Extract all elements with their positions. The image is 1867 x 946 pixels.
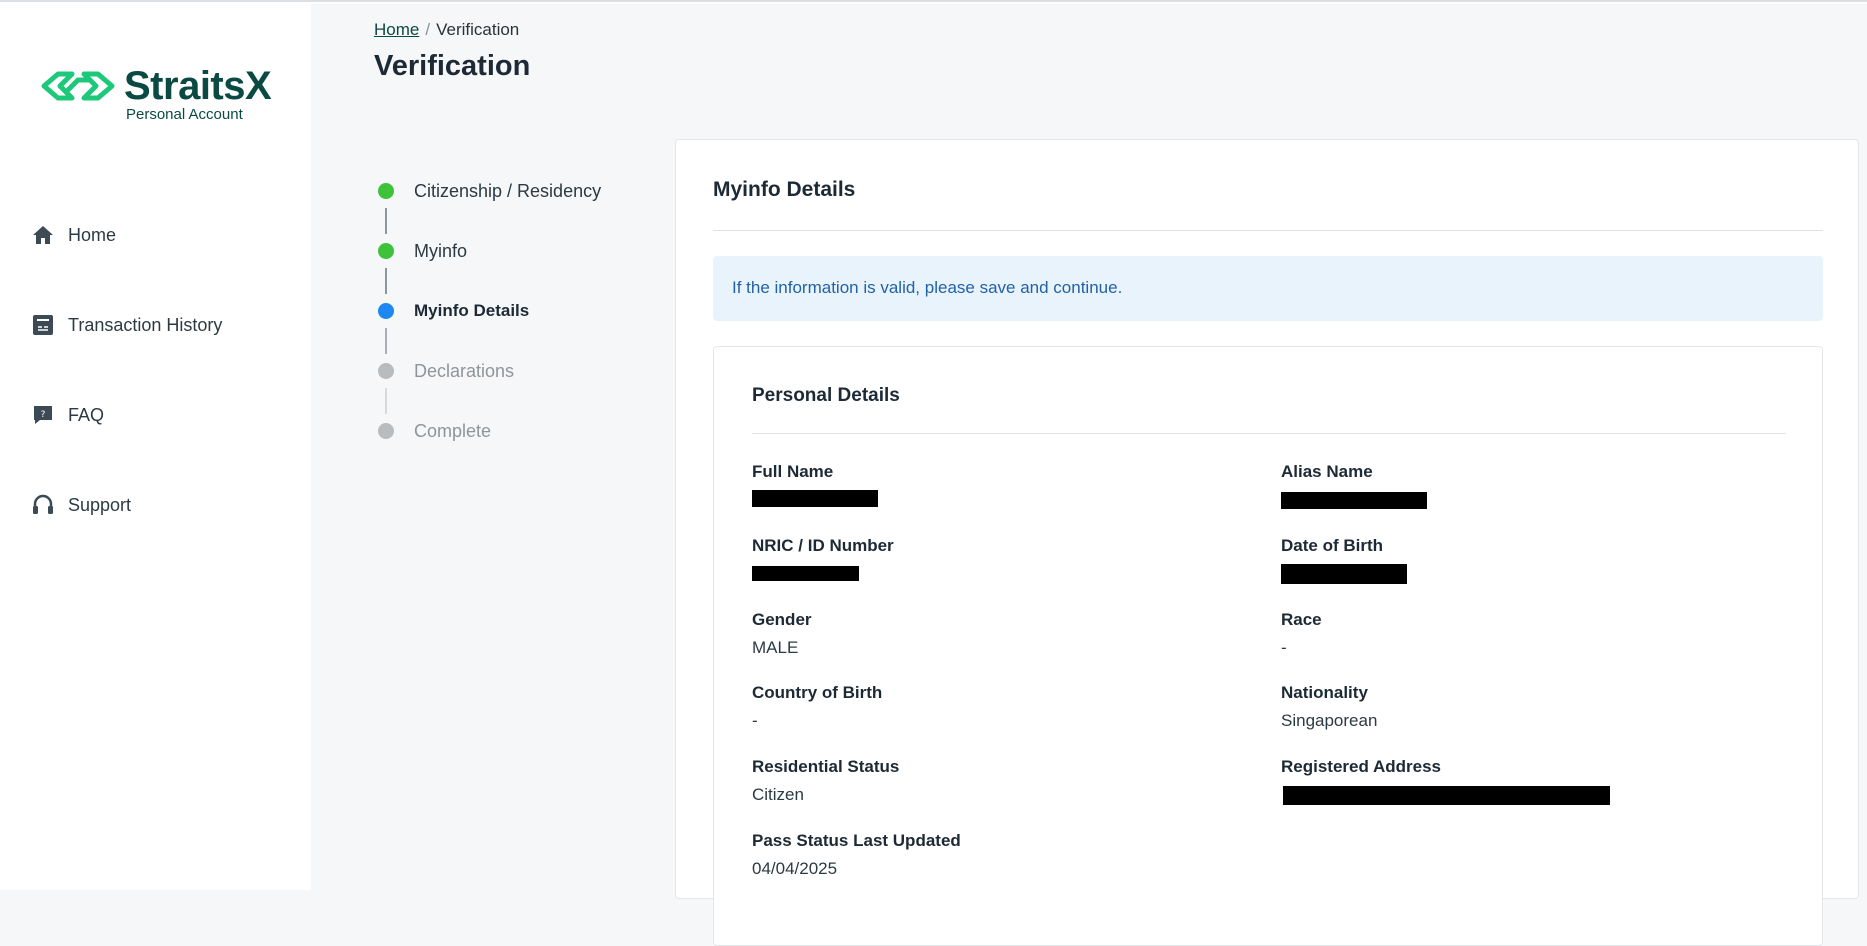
- field-registered-address: Registered Address: [1281, 757, 1610, 805]
- field-residential-status: Residential Status Citizen: [752, 757, 899, 805]
- field-label: Nationality: [1281, 683, 1368, 702]
- step-declarations: Declarations: [378, 358, 514, 384]
- brand-subtitle: Personal Account: [126, 106, 243, 123]
- step-connector: [385, 268, 387, 294]
- info-banner: If the information is valid, please save…: [713, 256, 1823, 321]
- step-label: Citizenship / Residency: [414, 180, 602, 201]
- nav-label: Support: [68, 494, 132, 515]
- nav-item-support[interactable]: Support: [32, 489, 131, 521]
- field-pass-status-last-updated: Pass Status Last Updated 04/04/2025: [752, 831, 961, 879]
- field-value: MALE: [752, 638, 799, 657]
- headset-icon: [32, 494, 54, 516]
- field-label: Registered Address: [1281, 757, 1441, 776]
- personal-details-panel: Personal Details Full Name Alias Name NR…: [713, 346, 1823, 946]
- step-label: Myinfo Details: [414, 301, 530, 320]
- field-label: Race: [1281, 610, 1322, 629]
- logo[interactable]: StraitsX Personal Account: [38, 62, 278, 124]
- field-full-name: Full Name: [752, 462, 878, 507]
- info-message: If the information is valid, please save…: [732, 278, 1123, 297]
- straitsx-logo-icon: [41, 71, 115, 101]
- home-icon: [32, 224, 54, 246]
- redacted-value: [1281, 564, 1407, 584]
- myinfo-details-card: Myinfo Details If the information is val…: [675, 139, 1859, 946]
- nav-item-transaction-history[interactable]: Transaction History: [32, 309, 222, 341]
- breadcrumb-current: Verification: [436, 20, 520, 39]
- step-label: Declarations: [414, 360, 515, 381]
- field-label: Gender: [752, 610, 812, 629]
- redacted-value: [1283, 786, 1610, 805]
- svg-text:?: ?: [41, 410, 46, 420]
- redacted-value: [1281, 492, 1427, 509]
- sidebar: StraitsX Personal Account Home Transacti…: [0, 4, 311, 890]
- breadcrumb: Home / Verification: [374, 20, 519, 40]
- field-value: Singaporean: [1281, 711, 1378, 730]
- field-label: Date of Birth: [1281, 536, 1383, 555]
- card-title: Myinfo Details: [713, 178, 856, 201]
- section-title: Personal Details: [752, 385, 900, 406]
- step-citizenship: Citizenship / Residency: [378, 178, 601, 204]
- field-label: Residential Status: [752, 757, 900, 776]
- page-title: Verification: [374, 50, 531, 82]
- step-pending-dot: [378, 423, 394, 439]
- field-value: 04/04/2025: [752, 859, 838, 878]
- nav-item-faq[interactable]: ? FAQ: [32, 399, 104, 431]
- redacted-value: [752, 490, 878, 507]
- divider: [713, 230, 1823, 231]
- divider: [752, 433, 1786, 434]
- field-nationality: Nationality Singaporean: [1281, 683, 1377, 731]
- faq-icon: ?: [32, 404, 54, 426]
- step-active-dot: [378, 303, 394, 319]
- field-label: Alias Name: [1281, 462, 1373, 481]
- field-label: Full Name: [752, 462, 834, 481]
- nav-label: Home: [68, 224, 117, 245]
- step-myinfo-details: Myinfo Details: [378, 298, 529, 324]
- field-race: Race -: [1281, 610, 1322, 658]
- step-connector: [385, 328, 387, 354]
- redacted-value: [752, 566, 859, 581]
- field-value: -: [752, 711, 758, 730]
- field-value: -: [1281, 638, 1287, 657]
- field-date-of-birth: Date of Birth: [1281, 536, 1407, 584]
- nav-label: FAQ: [68, 404, 105, 425]
- brand-name: StraitsX: [124, 64, 272, 108]
- breadcrumb-separator: /: [425, 20, 431, 39]
- step-label: Complete: [414, 420, 492, 441]
- receipt-icon: [32, 314, 54, 336]
- field-label: Country of Birth: [752, 683, 883, 702]
- step-complete-dot: [378, 183, 394, 199]
- step-complete: Complete: [378, 418, 491, 444]
- nav-label: Transaction History: [68, 314, 223, 335]
- breadcrumb-home-link[interactable]: Home: [374, 20, 419, 39]
- nav-item-home[interactable]: Home: [32, 219, 116, 251]
- step-pending-dot: [378, 363, 394, 379]
- step-myinfo: Myinfo: [378, 238, 467, 264]
- step-complete-dot: [378, 243, 394, 259]
- step-label: Myinfo: [414, 240, 468, 261]
- field-alias-name: Alias Name: [1281, 462, 1427, 509]
- field-label: Pass Status Last Updated: [752, 831, 961, 850]
- field-country-of-birth: Country of Birth -: [752, 683, 882, 731]
- field-value: Citizen: [752, 785, 804, 804]
- field-nric: NRIC / ID Number: [752, 536, 894, 581]
- step-connector: [385, 208, 387, 234]
- field-gender: Gender MALE: [752, 610, 812, 658]
- field-label: NRIC / ID Number: [752, 536, 894, 555]
- step-connector: [385, 388, 387, 414]
